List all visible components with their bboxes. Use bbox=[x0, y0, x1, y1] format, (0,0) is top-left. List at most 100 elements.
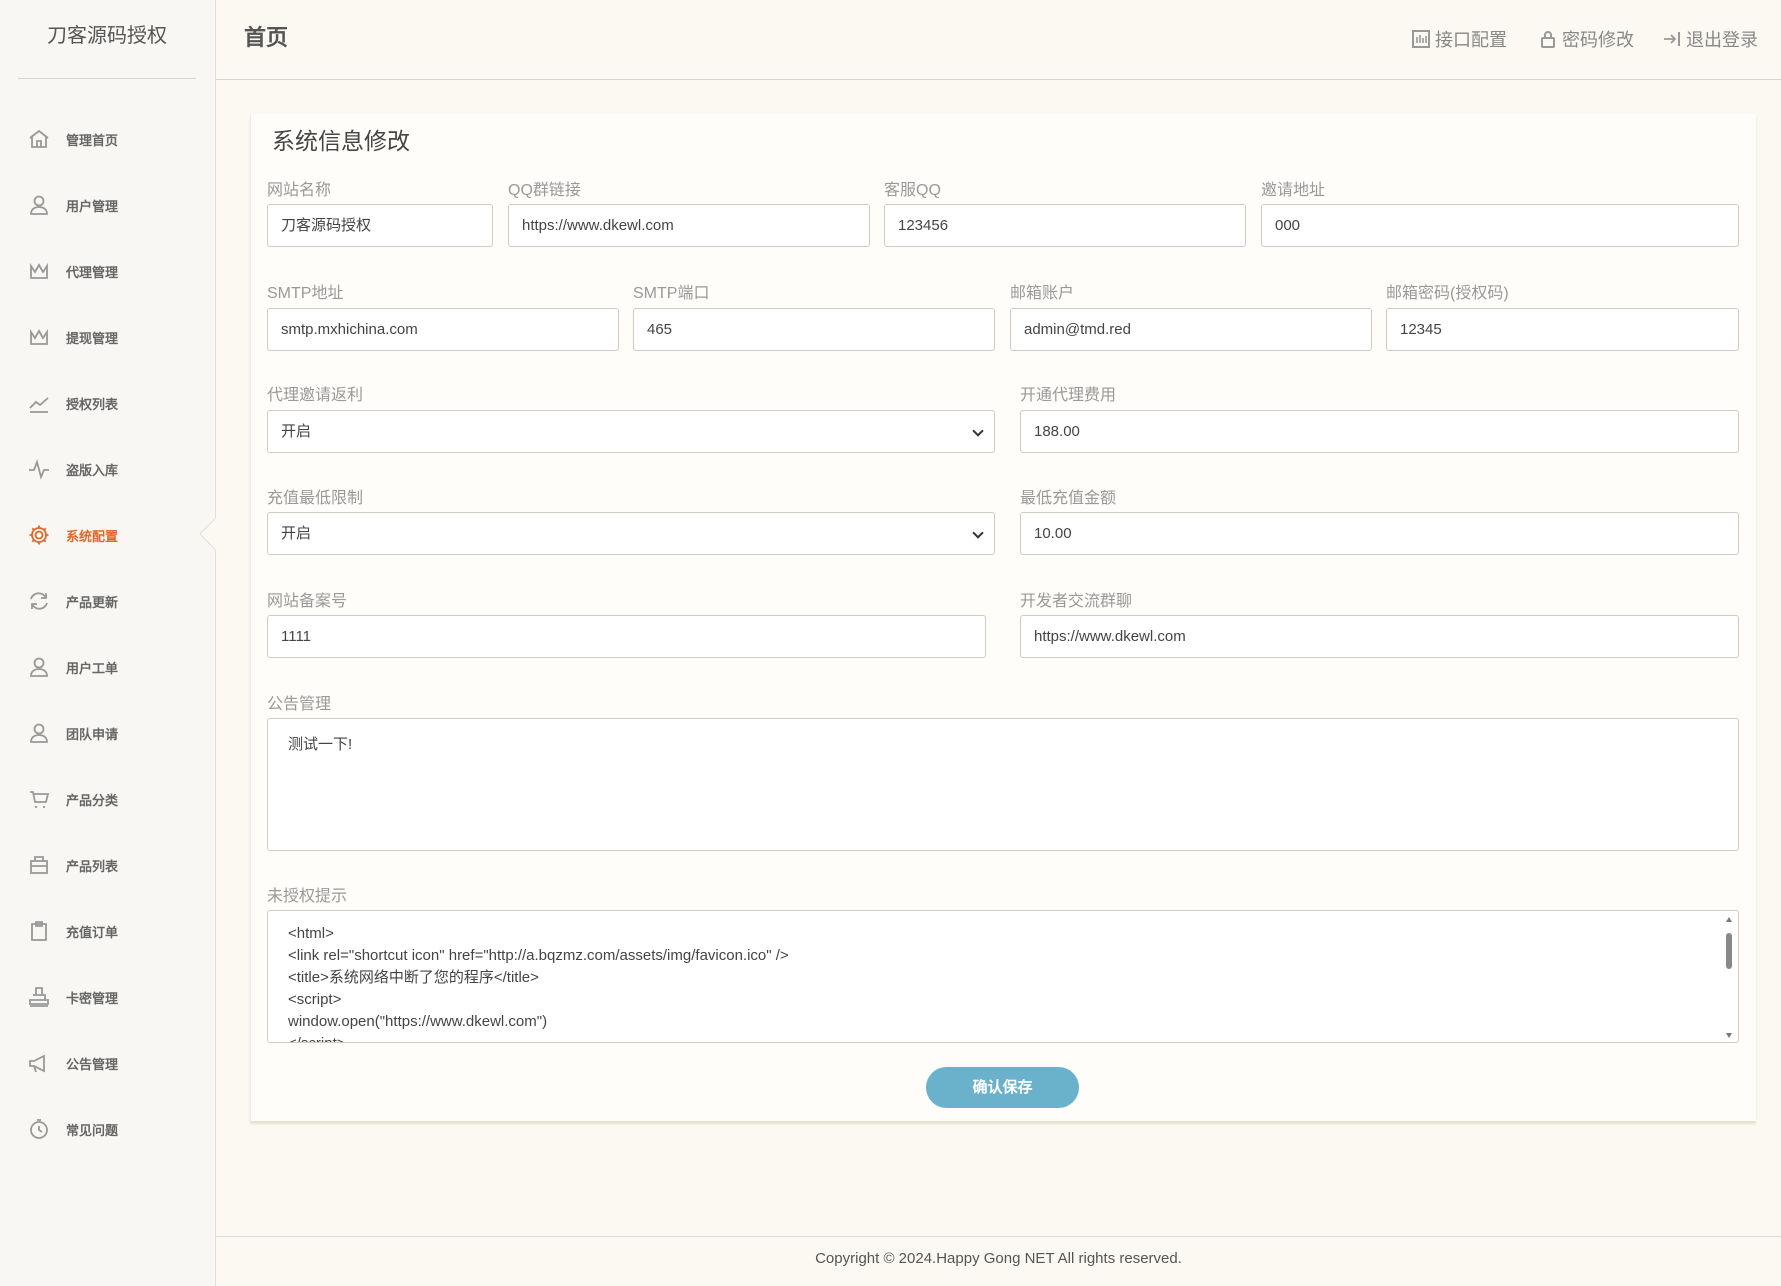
logo: 刀客源码授权 bbox=[18, 0, 196, 79]
change-password-label: 密码修改 bbox=[1562, 30, 1634, 50]
code-line: <title>系统网络中断了您的程序</title> bbox=[288, 969, 539, 986]
smtp-port-input[interactable]: 465 bbox=[633, 308, 995, 351]
sidebar-item-user-9[interactable]: 团队申请 bbox=[28, 718, 118, 748]
clipboard-icon bbox=[31, 921, 47, 941]
crown-icon bbox=[30, 329, 48, 345]
service-qq-input[interactable]: 123456 bbox=[884, 204, 1246, 247]
sidebar-item-label: 盗版入库 bbox=[66, 462, 119, 478]
home-icon bbox=[29, 129, 49, 148]
dev-group-label: 开发者交流群聊 bbox=[1020, 593, 1133, 610]
footer-copyright: Copyright © 2024.Happy Gong NET All righ… bbox=[815, 1250, 1182, 1267]
agent-fee-label: 开通代理费用 bbox=[1020, 387, 1117, 404]
sidebar-item-user-1[interactable]: 用户管理 bbox=[28, 190, 118, 220]
invite-url-label: 邀请地址 bbox=[1261, 182, 1326, 199]
refresh-icon bbox=[30, 592, 48, 610]
qq-group-label: QQ群链接 bbox=[508, 182, 581, 199]
service-qq-label: 客服QQ bbox=[884, 182, 941, 199]
sidebar-item-stamp-13[interactable]: 卡密管理 bbox=[28, 982, 118, 1012]
sidebar-item-home-0[interactable]: 管理首页 bbox=[28, 124, 118, 154]
notice-textarea[interactable]: 测试一下! bbox=[267, 718, 1739, 851]
lock-icon bbox=[1541, 31, 1555, 48]
timer-icon bbox=[30, 1119, 48, 1139]
sidebar-item-label: 卡密管理 bbox=[66, 990, 119, 1006]
recharge-limit-select[interactable]: 开启 bbox=[267, 512, 995, 555]
code-line: <link rel="shortcut icon" href="http://a… bbox=[288, 947, 789, 964]
sidebar-item-user-8[interactable]: 用户工单 bbox=[28, 652, 118, 682]
sidebar-item-label: 产品更新 bbox=[66, 594, 119, 610]
unauth-textarea[interactable]: <html> <link rel="shortcut icon" href="h… bbox=[267, 910, 1739, 1043]
sidebar-item-cart-10[interactable]: 产品分类 bbox=[28, 784, 118, 814]
code-line: <html> bbox=[288, 925, 334, 942]
page-title: 首页 bbox=[244, 25, 289, 50]
qq-group-input[interactable]: https://www.dkewl.com bbox=[508, 204, 870, 247]
logout-label: 退出登录 bbox=[1686, 30, 1758, 50]
smtp-host-label: SMTP地址 bbox=[267, 285, 344, 302]
sidebar-item-label: 充值订单 bbox=[66, 924, 119, 940]
mail-account-input[interactable]: admin@tmd.red bbox=[1010, 308, 1372, 351]
min-recharge-label: 最低充值金额 bbox=[1020, 490, 1117, 507]
sidebar-item-label: 产品分类 bbox=[66, 792, 119, 808]
textarea-scrollbar[interactable] bbox=[1724, 915, 1734, 1040]
min-recharge-input[interactable]: 10.00 bbox=[1020, 512, 1739, 555]
api-config-link[interactable]: 接口配置 bbox=[1411, 26, 1507, 52]
sidebar-item-label: 用户管理 bbox=[66, 198, 119, 214]
agent-rebate-label: 代理邀请返利 bbox=[267, 387, 364, 404]
sidebar-item-label: 用户工单 bbox=[66, 660, 119, 676]
icp-label: 网站备案号 bbox=[267, 593, 348, 610]
sidebar-item-crown-3[interactable]: 提现管理 bbox=[28, 322, 118, 352]
notice-text: 测试一下! bbox=[288, 736, 353, 753]
invite-url-input[interactable]: 000 bbox=[1261, 204, 1739, 247]
sidebar-item-refresh-7[interactable]: 产品更新 bbox=[28, 586, 118, 616]
active-indicator bbox=[200, 518, 216, 550]
site-name-input[interactable]: 刀客源码授权 bbox=[267, 204, 493, 247]
sidebar-item-label: 产品列表 bbox=[66, 858, 119, 874]
megaphone-icon bbox=[29, 1054, 45, 1073]
sidebar: 刀客源码授权 管理首页用户管理代理管理提现管理授权列表盗版入库系统配置产品更新用… bbox=[0, 0, 216, 1286]
sidebar-item-label: 授权列表 bbox=[66, 396, 119, 412]
sidebar-item-label: 提现管理 bbox=[66, 330, 119, 346]
sidebar-item-timer-15[interactable]: 常见问题 bbox=[28, 1114, 118, 1144]
agent-rebate-value: 开启 bbox=[281, 423, 312, 440]
mail-password-input[interactable]: 12345 bbox=[1386, 308, 1739, 351]
code-line: window.open("https://www.dkewl.com") bbox=[288, 1013, 548, 1030]
save-button[interactable]: 确认保存 bbox=[926, 1067, 1079, 1108]
cart-icon bbox=[30, 791, 50, 808]
code-line: <script> bbox=[288, 991, 342, 1008]
chart-icon bbox=[1412, 30, 1430, 48]
trend-icon bbox=[29, 397, 49, 413]
box-icon bbox=[30, 856, 48, 874]
smtp-host-input[interactable]: smtp.mxhichina.com bbox=[267, 308, 619, 351]
unauth-label: 未授权提示 bbox=[267, 888, 348, 905]
recharge-limit-label: 充值最低限制 bbox=[267, 490, 364, 507]
crown-icon bbox=[30, 263, 48, 279]
sidebar-item-label: 公告管理 bbox=[66, 1056, 119, 1072]
sidebar-item-crown-2[interactable]: 代理管理 bbox=[28, 256, 118, 286]
footer-divider bbox=[216, 1236, 1781, 1237]
logout-icon bbox=[1664, 32, 1680, 46]
agent-fee-input[interactable]: 188.00 bbox=[1020, 410, 1739, 453]
logout-link[interactable]: 退出登录 bbox=[1662, 26, 1758, 52]
sidebar-item-box-11[interactable]: 产品列表 bbox=[28, 850, 118, 880]
sidebar-item-label: 常见问题 bbox=[66, 1122, 119, 1138]
notice-label: 公告管理 bbox=[267, 696, 332, 713]
change-password-link[interactable]: 密码修改 bbox=[1538, 26, 1634, 52]
sidebar-item-pulse-5[interactable]: 盗版入库 bbox=[28, 454, 118, 484]
stamp-icon bbox=[29, 987, 49, 1007]
header: 首页 接口配置 密码修改 退出登录 bbox=[216, 0, 1781, 80]
sidebar-item-gear-6[interactable]: 系统配置 bbox=[28, 520, 118, 550]
sidebar-item-trend-4[interactable]: 授权列表 bbox=[28, 388, 118, 418]
agent-rebate-select[interactable]: 开启 bbox=[267, 410, 995, 453]
sidebar-item-clipboard-12[interactable]: 充值订单 bbox=[28, 916, 118, 946]
dev-group-input[interactable]: https://www.dkewl.com bbox=[1020, 615, 1739, 658]
recharge-limit-value: 开启 bbox=[281, 525, 312, 542]
sidebar-item-megaphone-14[interactable]: 公告管理 bbox=[28, 1048, 118, 1078]
site-name-label: 网站名称 bbox=[267, 182, 332, 199]
mail-password-label: 邮箱密码(授权码) bbox=[1386, 285, 1509, 302]
gear-icon bbox=[29, 525, 49, 545]
sidebar-item-label: 团队申请 bbox=[66, 726, 119, 742]
icp-input[interactable]: 1111 bbox=[267, 615, 986, 658]
sidebar-item-label: 管理首页 bbox=[66, 132, 119, 148]
sidebar-item-label: 代理管理 bbox=[66, 264, 119, 280]
sidebar-item-label: 系统配置 bbox=[66, 528, 119, 544]
pulse-icon bbox=[29, 459, 49, 480]
